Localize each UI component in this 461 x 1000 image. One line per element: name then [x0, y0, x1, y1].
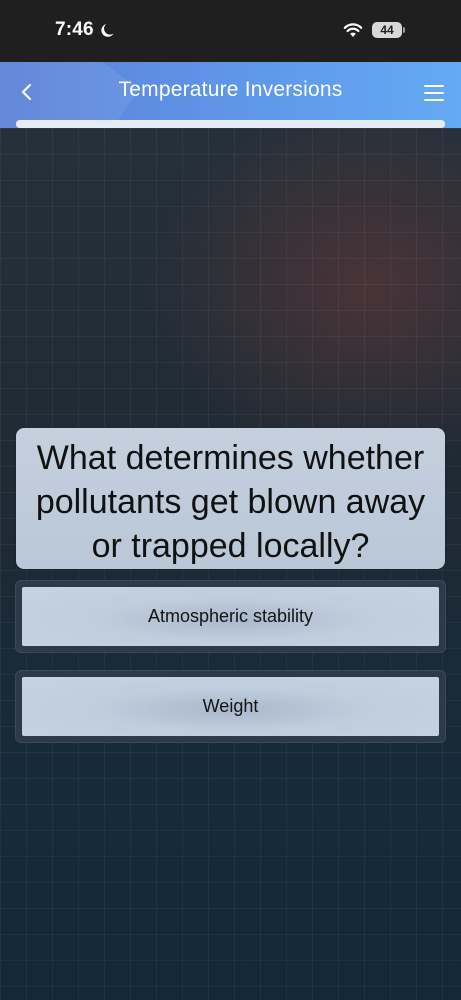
moon-icon [101, 23, 114, 37]
answer-option-2-face[interactable]: Weight [22, 677, 439, 736]
question-card: What determines whether pollutants get b… [16, 428, 445, 569]
question-text: What determines whether pollutants get b… [35, 439, 426, 565]
battery-tip [403, 27, 405, 33]
hamburger-menu-icon[interactable] [420, 80, 448, 106]
progress-fill [16, 120, 445, 128]
answer-option-1-face[interactable]: Atmospheric stability [22, 587, 439, 646]
answer-option-2-label: Weight [202, 696, 259, 716]
wifi-icon [343, 23, 363, 37]
answer-option-1[interactable]: Atmospheric stability [15, 580, 446, 653]
status-time: 7:46 [55, 19, 94, 40]
page-title: Temperature Inversions [118, 78, 343, 101]
answer-option-2[interactable]: Weight [15, 670, 446, 743]
answer-option-1-label: Atmospheric stability [147, 606, 314, 626]
progress-bar [16, 120, 445, 128]
status-bar: 7:46 44 [0, 0, 461, 62]
app-header: Temperature Inversions [0, 62, 461, 128]
battery-icon: 44 [372, 22, 402, 38]
